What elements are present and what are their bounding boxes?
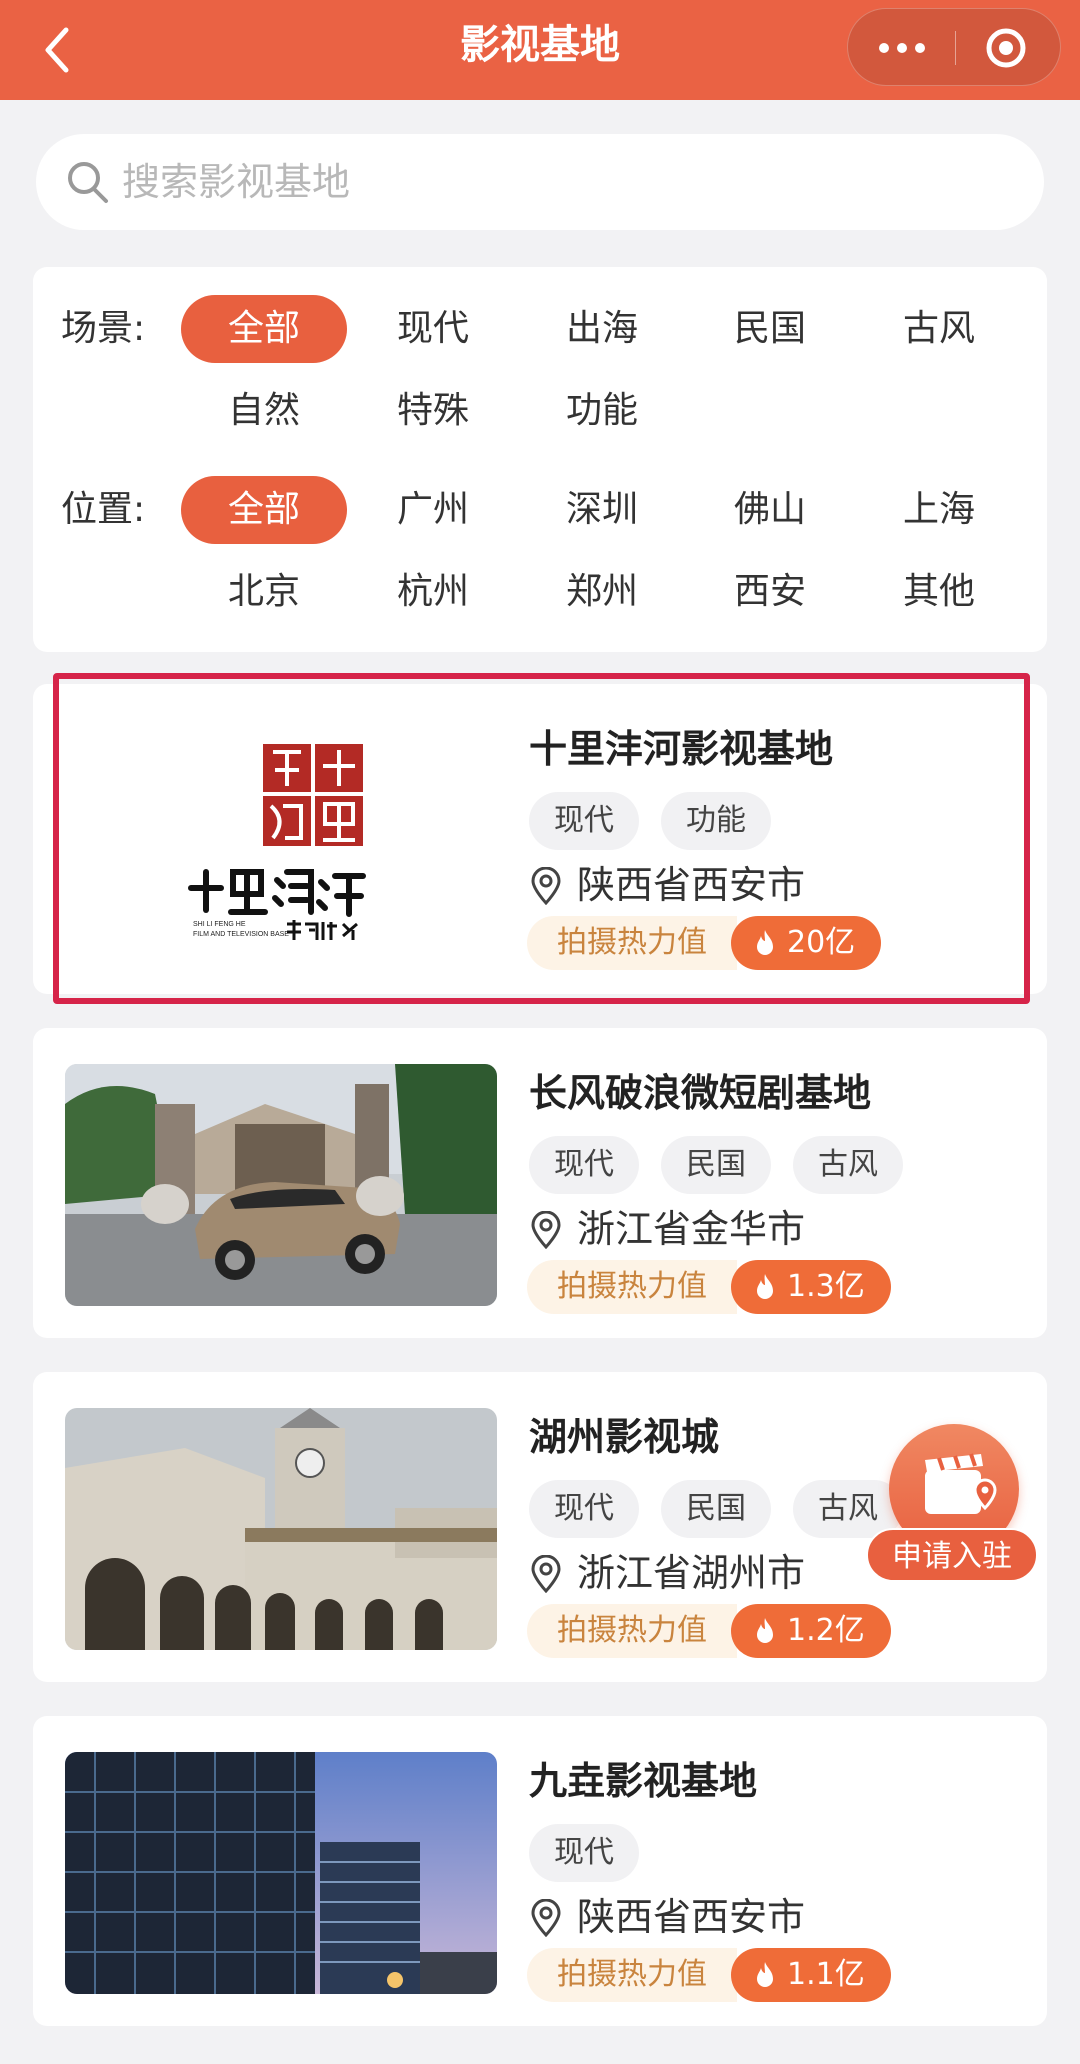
scene-chip-modern[interactable]: 现代 — [350, 295, 516, 363]
tag: 现代 — [529, 1480, 639, 1538]
villa-car-photo — [65, 1064, 497, 1306]
heat-badge: 拍摄热力值 20亿 — [527, 916, 887, 970]
filter-panel: 场景: 全部 现代 出海 民国 古风 自然 特殊 功能 位置: 全部 广州 深圳… — [33, 267, 1047, 652]
base-card[interactable]: 九垚影视基地 现代 陕西省西安市 拍摄热力值 1.1亿 — [33, 1716, 1047, 2026]
heat-label: 拍摄热力值 — [527, 1948, 737, 2002]
scene-chip-overseas[interactable]: 出海 — [519, 295, 685, 363]
tag: 现代 — [529, 792, 639, 850]
base-card[interactable]: 长风破浪微短剧基地 现代 民国 古风 浙江省金华市 拍摄热力值 1.3亿 — [33, 1028, 1047, 1338]
tag: 民国 — [661, 1136, 771, 1194]
location-chip-hangzhou[interactable]: 杭州 — [350, 558, 516, 626]
nav-header: 影视基地 — [0, 0, 1080, 100]
base-title: 九垚影视基地 — [529, 1759, 758, 1803]
location-chip-guangzhou[interactable]: 广州 — [350, 476, 516, 544]
shilifenghe-logo: SHI LI FENG HE FILM AND TELEVISION BASE — [188, 744, 366, 940]
tag: 民国 — [661, 1480, 771, 1538]
scene-chip-ancient[interactable]: 古风 — [856, 295, 1022, 363]
base-photo — [65, 1752, 497, 1994]
heat-label: 拍摄热力值 — [527, 1604, 737, 1658]
base-card[interactable]: SHI LI FENG HE FILM AND TELEVISION BASE … — [33, 684, 1047, 994]
location-chip-all[interactable]: 全部 — [181, 476, 347, 544]
flame-icon — [757, 1618, 773, 1643]
tag: 功能 — [661, 792, 771, 850]
more-dots-icon — [878, 43, 889, 53]
search-bar[interactable] — [36, 134, 1044, 230]
flame-icon — [757, 1274, 773, 1299]
heat-value: 1.3亿 — [731, 1260, 891, 1314]
apply-label[interactable]: 申请入驻 — [866, 1528, 1038, 1582]
heat-badge: 拍摄热力值 1.2亿 — [527, 1604, 891, 1658]
location-filter-label: 位置: — [61, 489, 146, 530]
location-chip-xian[interactable]: 西安 — [687, 558, 853, 626]
location-pin-icon — [531, 1211, 561, 1249]
scene-chip-nature[interactable]: 自然 — [181, 377, 347, 445]
location-pin-icon — [531, 867, 561, 905]
scene-filter-label: 场景: — [61, 308, 146, 349]
base-title: 十里沣河影视基地 — [529, 727, 834, 771]
more-button[interactable] — [848, 9, 955, 87]
location-chip-shanghai[interactable]: 上海 — [856, 476, 1022, 544]
location-pin-icon — [531, 1555, 561, 1593]
target-circle-icon — [986, 28, 1026, 68]
heat-label: 拍摄热力值 — [527, 916, 737, 970]
location-chip-foshan[interactable]: 佛山 — [687, 476, 853, 544]
mini-program-capsule — [847, 8, 1061, 86]
base-photo — [65, 1064, 497, 1306]
clock-tower-photo — [65, 1408, 497, 1650]
heat-value: 1.2亿 — [731, 1604, 891, 1658]
flame-icon — [757, 1962, 773, 1987]
scene-chip-special[interactable]: 特殊 — [350, 377, 516, 445]
location-pin-icon — [531, 1899, 561, 1937]
svg-text:FILM AND TELEVISION BASE: FILM AND TELEVISION BASE — [193, 931, 289, 938]
heat-value: 20亿 — [731, 916, 882, 970]
office-buildings-photo — [65, 1752, 497, 1994]
search-icon — [68, 162, 108, 203]
svg-text:SHI LI FENG HE: SHI LI FENG HE — [193, 921, 246, 928]
scene-chip-republic[interactable]: 民国 — [687, 295, 853, 363]
location-chip-shenzhen[interactable]: 深圳 — [519, 476, 685, 544]
location-chip-other[interactable]: 其他 — [856, 558, 1022, 626]
location-chip-zhengzhou[interactable]: 郑州 — [519, 558, 685, 626]
location-chip-beijing[interactable]: 北京 — [181, 558, 347, 626]
base-title: 湖州影视城 — [529, 1415, 720, 1459]
close-miniprogram-button[interactable] — [956, 9, 1062, 87]
base-photo — [65, 1408, 497, 1650]
flame-icon — [757, 930, 773, 955]
tag: 现代 — [529, 1824, 639, 1882]
heat-value: 1.1亿 — [731, 1948, 891, 2002]
apply-join-button[interactable]: 申请入驻 — [862, 1424, 1042, 1586]
base-logo-image: SHI LI FENG HE FILM AND TELEVISION BASE — [65, 720, 497, 962]
base-title: 长风破浪微短剧基地 — [529, 1071, 872, 1115]
heat-badge: 拍摄热力值 1.1亿 — [527, 1948, 891, 2002]
heat-label: 拍摄热力值 — [527, 1260, 737, 1314]
tag: 古风 — [793, 1136, 903, 1194]
scene-chip-function[interactable]: 功能 — [519, 377, 685, 445]
scene-chip-all[interactable]: 全部 — [181, 295, 347, 363]
search-input[interactable] — [122, 152, 1002, 212]
tag: 现代 — [529, 1136, 639, 1194]
heat-badge: 拍摄热力值 1.3亿 — [527, 1260, 891, 1314]
